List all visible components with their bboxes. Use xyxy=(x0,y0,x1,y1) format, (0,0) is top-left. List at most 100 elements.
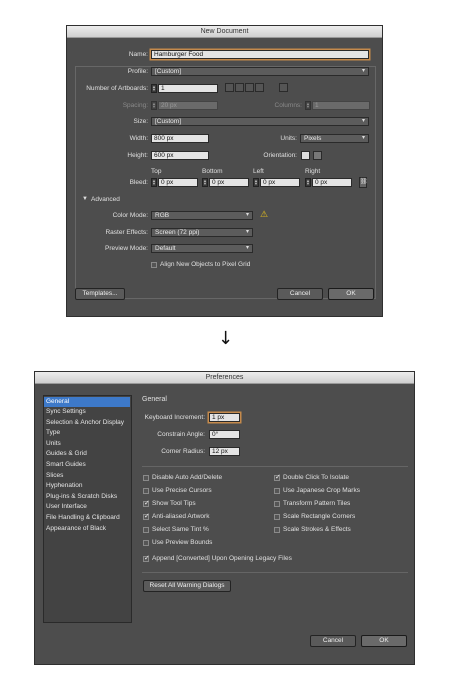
templates-button[interactable]: Templates... xyxy=(75,288,125,300)
units-select[interactable]: Pixels xyxy=(300,134,369,143)
sidebar-item-selection-anchor-display[interactable]: Selection & Anchor Display xyxy=(44,418,130,428)
scale-rectangle-corners-label: Scale Rectangle Corners xyxy=(283,513,356,520)
units-label: Units: xyxy=(280,135,297,142)
use-precise-cursors-label: Use Precise Cursors xyxy=(152,487,212,494)
sidebar-item-slices[interactable]: Slices xyxy=(44,471,130,481)
sidebar-item-type[interactable]: Type xyxy=(44,428,130,438)
warning-icon: ⚠ xyxy=(260,209,269,219)
bleed-right-stepper[interactable]: ▲ ▼ xyxy=(305,178,311,187)
scale-strokes-effects-checkbox[interactable] xyxy=(274,527,280,533)
orientation-label: Orientation: xyxy=(263,152,297,159)
sidebar-item-appearance-of-black[interactable]: Appearance of Black xyxy=(44,524,130,534)
anti-aliased-artwork-checkbox[interactable] xyxy=(143,512,150,520)
transform-pattern-tiles-checkbox[interactable] xyxy=(274,501,280,507)
disable-auto-add-delete-checkbox[interactable] xyxy=(143,475,149,481)
bleed-bottom-label: Bottom xyxy=(202,168,223,175)
advanced-disclosure-icon[interactable]: ▼ xyxy=(82,196,88,202)
use-preview-bounds-checkbox[interactable] xyxy=(143,540,149,546)
keyboard-increment-field[interactable]: 1 px xyxy=(209,413,240,422)
constrain-angle-field[interactable]: 0° xyxy=(209,430,240,439)
section-title: General xyxy=(142,396,167,403)
bleed-right-label: Right xyxy=(305,168,321,175)
link-bleed-icon[interactable]: ⛓ xyxy=(359,177,368,188)
dialog-title: New Document xyxy=(67,26,382,38)
portrait-orientation-icon[interactable] xyxy=(301,151,310,160)
append-converted-checkbox[interactable] xyxy=(143,554,150,562)
transform-pattern-tiles-label: Transform Pattern Tiles xyxy=(283,500,351,507)
select-same-tint-label: Select Same Tint % xyxy=(152,526,209,533)
spacing-label: Spacing: xyxy=(122,102,148,109)
corner-radius-label: Corner Radius: xyxy=(161,448,205,455)
use-preview-bounds-label: Use Preview Bounds xyxy=(152,539,213,546)
grid-by-column-icon[interactable] xyxy=(235,83,244,92)
japanese-crop-marks-label: Use Japanese Crop Marks xyxy=(283,487,360,494)
sidebar-item-file-handling-clipboard[interactable]: File Handling & Clipboard xyxy=(44,513,130,523)
bleed-left-stepper[interactable]: ▲ ▼ xyxy=(253,178,259,187)
sidebar-item-guides-grid[interactable]: Guides & Grid xyxy=(44,449,130,459)
sidebar-item-sync-settings[interactable]: Sync Settings xyxy=(44,407,130,417)
arrange-by-column-icon[interactable] xyxy=(255,83,264,92)
profile-label: Profile: xyxy=(127,68,148,75)
name-field[interactable]: Hamburger Food xyxy=(151,50,369,59)
right-to-left-icon[interactable] xyxy=(279,83,288,92)
color-mode-label: Color Mode: xyxy=(112,212,148,219)
sidebar-item-general[interactable]: General xyxy=(44,397,130,407)
spacing-field: 20 px xyxy=(158,101,218,110)
color-mode-select[interactable]: RGB xyxy=(151,211,253,220)
align-pixel-grid-checkbox[interactable] xyxy=(151,262,157,268)
sidebar-item-smart-guides[interactable]: Smart Guides xyxy=(44,460,130,470)
bleed-bottom-stepper[interactable]: ▲ ▼ xyxy=(202,178,208,187)
raster-effects-select[interactable]: Screen (72 ppi) xyxy=(151,228,253,237)
bleed-top-field[interactable]: 0 px xyxy=(158,178,198,187)
name-label: Name: xyxy=(128,51,148,58)
bleed-label: Bleed: xyxy=(129,179,148,186)
ok-button[interactable]: OK xyxy=(328,288,374,300)
height-field[interactable]: 600 px xyxy=(151,151,209,160)
spacing-stepper: ▲ ▼ xyxy=(151,101,157,110)
sidebar-item-plugins-scratch-disks[interactable]: Plug-ins & Scratch Disks xyxy=(44,492,130,502)
bleed-left-field[interactable]: 0 px xyxy=(260,178,300,187)
cancel-button[interactable]: Cancel xyxy=(277,288,323,300)
preview-mode-label: Preview Mode: xyxy=(105,245,148,252)
sidebar-item-user-interface[interactable]: User Interface xyxy=(44,502,130,512)
ok-button[interactable]: OK xyxy=(361,635,407,647)
scale-rectangle-corners-checkbox[interactable] xyxy=(274,514,280,520)
artboards-label: Number of Artboards: xyxy=(86,85,148,92)
arrange-by-row-icon[interactable] xyxy=(245,83,254,92)
profile-select[interactable]: [Custom] xyxy=(151,67,369,76)
double-click-isolate-checkbox[interactable] xyxy=(274,473,281,481)
cancel-button[interactable]: Cancel xyxy=(310,635,356,647)
preview-mode-select[interactable]: Default xyxy=(151,244,253,253)
size-select[interactable]: [Custom] xyxy=(151,117,369,126)
sidebar-item-hyphenation[interactable]: Hyphenation xyxy=(44,481,130,491)
divider xyxy=(142,466,408,467)
show-tool-tips-label: Show Tool Tips xyxy=(152,500,196,507)
artboards-field[interactable]: 1 xyxy=(158,84,218,93)
width-field[interactable]: 800 px xyxy=(151,134,209,143)
grid-by-row-icon[interactable] xyxy=(225,83,234,92)
bleed-right-field[interactable]: 0 px xyxy=(312,178,352,187)
landscape-orientation-icon[interactable] xyxy=(313,151,322,160)
japanese-crop-marks-checkbox[interactable] xyxy=(274,488,280,494)
artboards-stepper[interactable]: ▲ ▼ xyxy=(151,84,157,93)
raster-effects-label: Raster Effects: xyxy=(105,229,148,236)
preferences-sidebar: General Sync Settings Selection & Anchor… xyxy=(43,395,132,623)
show-tool-tips-checkbox[interactable] xyxy=(143,499,150,507)
disable-auto-add-delete-label: Disable Auto Add/Delete xyxy=(152,474,223,481)
corner-radius-field[interactable]: 12 px xyxy=(209,447,240,456)
scale-strokes-effects-label: Scale Strokes & Effects xyxy=(283,526,351,533)
columns-stepper: ▲ ▼ xyxy=(305,101,311,110)
select-same-tint-checkbox[interactable] xyxy=(143,527,149,533)
anti-aliased-artwork-label: Anti-aliased Artwork xyxy=(152,513,210,520)
bleed-left-label: Left xyxy=(253,168,264,175)
sidebar-item-units[interactable]: Units xyxy=(44,439,130,449)
bleed-top-label: Top xyxy=(151,168,162,175)
bleed-top-stepper[interactable]: ▲ ▼ xyxy=(151,178,157,187)
use-precise-cursors-checkbox[interactable] xyxy=(143,488,149,494)
bleed-bottom-field[interactable]: 0 px xyxy=(209,178,249,187)
reset-warning-dialogs-button[interactable]: Reset All Warning Dialogs xyxy=(143,580,231,592)
preferences-title: Preferences xyxy=(35,372,414,384)
advanced-label[interactable]: Advanced xyxy=(91,196,120,203)
double-click-isolate-label: Double Click To Isolate xyxy=(283,474,349,481)
down-arrow-icon: ↓ xyxy=(218,328,234,349)
